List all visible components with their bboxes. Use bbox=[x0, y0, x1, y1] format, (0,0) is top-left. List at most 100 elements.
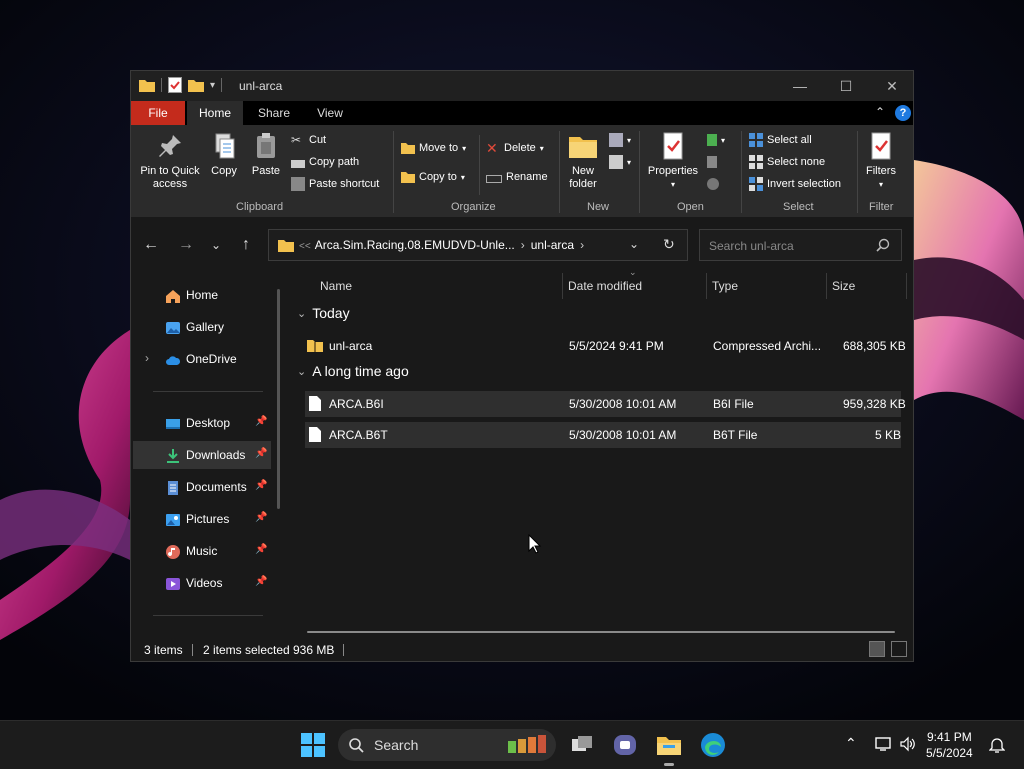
document-icon bbox=[168, 481, 178, 495]
open-button[interactable]: ▾ bbox=[707, 131, 725, 149]
easy-access-icon bbox=[609, 155, 623, 169]
back-button[interactable]: ← bbox=[140, 235, 162, 255]
search-box[interactable]: Search unl-arca bbox=[699, 229, 902, 261]
paste-button[interactable]: Paste bbox=[247, 131, 285, 178]
delete-button[interactable]: ✕ Delete ▾ bbox=[486, 139, 544, 157]
history-button[interactable] bbox=[707, 175, 719, 193]
customize-toolbar-icon[interactable]: ▾ bbox=[210, 80, 215, 91]
chevron-right-icon[interactable]: › bbox=[580, 238, 584, 252]
rename-button[interactable]: Rename bbox=[486, 168, 548, 186]
maximize-button[interactable]: ☐ bbox=[823, 71, 869, 101]
new-folder-icon[interactable] bbox=[188, 78, 204, 92]
help-icon[interactable]: ? bbox=[895, 105, 911, 121]
file-explorer-taskbar-icon[interactable] bbox=[655, 731, 683, 759]
group-header[interactable]: ⌄ A long time ago bbox=[297, 363, 409, 379]
rename-icon bbox=[486, 175, 502, 183]
details-view-button[interactable] bbox=[869, 641, 885, 657]
pin-icon[interactable]: 📌 bbox=[255, 512, 267, 523]
copy-to-button[interactable]: Copy to ▾ bbox=[401, 168, 465, 186]
invert-selection-label: Invert selection bbox=[767, 178, 841, 190]
taskbar-search[interactable]: Search bbox=[338, 729, 556, 761]
network-icon[interactable] bbox=[874, 736, 892, 752]
sidebar-item-pictures[interactable]: Pictures 📌 bbox=[133, 505, 271, 533]
copy-path-button[interactable]: Copy path bbox=[291, 153, 359, 171]
tab-home[interactable]: Home bbox=[187, 101, 243, 125]
forward-button[interactable]: → bbox=[175, 235, 197, 255]
invert-selection-icon bbox=[749, 177, 763, 191]
tab-file[interactable]: File bbox=[131, 101, 185, 125]
easy-access-button[interactable]: ▾ bbox=[609, 153, 631, 171]
edge-icon[interactable] bbox=[699, 731, 727, 759]
address-dropdown-icon[interactable]: ⌄ bbox=[629, 237, 639, 251]
tab-share[interactable]: Share bbox=[249, 101, 299, 125]
pin-icon[interactable]: 📌 bbox=[255, 416, 267, 427]
pin-icon[interactable]: 📌 bbox=[255, 544, 267, 555]
chevron-right-icon[interactable]: › bbox=[145, 351, 149, 365]
sidebar-item-music[interactable]: Music 📌 bbox=[133, 537, 271, 565]
select-all-button[interactable]: Select all bbox=[749, 131, 812, 149]
column-divider[interactable] bbox=[706, 273, 707, 299]
large-icons-view-button[interactable] bbox=[891, 641, 907, 657]
start-icon[interactable] bbox=[299, 731, 327, 759]
pin-to-quick-access-button[interactable]: Pin to Quick access bbox=[137, 131, 203, 191]
tab-view[interactable]: View bbox=[305, 101, 355, 125]
properties-button[interactable]: Properties ▾ bbox=[645, 131, 701, 191]
file-row[interactable]: ARCA.B6I 5/30/2008 10:01 AM B6I File 959… bbox=[305, 391, 906, 417]
column-divider[interactable] bbox=[826, 273, 827, 299]
horizontal-scrollbar[interactable] bbox=[307, 631, 895, 633]
ribbon-group-separator bbox=[559, 131, 560, 213]
sidebar-item-home[interactable]: Home bbox=[133, 281, 271, 309]
close-button[interactable]: ✕ bbox=[869, 71, 915, 101]
group-header[interactable]: ⌄ Today bbox=[297, 305, 350, 321]
refresh-icon[interactable]: ↻ bbox=[663, 236, 675, 253]
cut-label: Cut bbox=[309, 134, 327, 146]
invert-selection-button[interactable]: Invert selection bbox=[749, 175, 841, 193]
copy-button[interactable]: Copy bbox=[207, 131, 241, 178]
teams-chat-icon[interactable] bbox=[611, 731, 639, 759]
new-folder-button[interactable]: New folder bbox=[563, 131, 603, 191]
column-header-type[interactable]: Type bbox=[712, 273, 738, 299]
chevron-right-icon[interactable]: › bbox=[521, 238, 525, 252]
select-none-button[interactable]: Select none bbox=[749, 153, 825, 171]
collapse-chevron-icon[interactable]: ⌄ bbox=[297, 365, 306, 378]
minimize-button[interactable]: — bbox=[777, 71, 823, 101]
column-header-name[interactable]: Name bbox=[320, 273, 352, 299]
sidebar-item-desktop[interactable]: Desktop 📌 bbox=[133, 409, 271, 437]
sidebar-item-downloads[interactable]: Downloads 📌 bbox=[133, 441, 271, 469]
breadcrumb-item[interactable]: Arca.Sim.Racing.08.EMUDVD-Unle... bbox=[315, 238, 515, 252]
address-bar[interactable]: << Arca.Sim.Racing.08.EMUDVD-Unle... › unl-… bbox=[268, 229, 688, 261]
paste-shortcut-button[interactable]: Paste shortcut bbox=[291, 175, 379, 193]
move-to-button[interactable]: Move to ▾ bbox=[401, 139, 466, 157]
search-highlight-icon bbox=[508, 735, 546, 753]
filters-button[interactable]: Filters ▾ bbox=[863, 131, 899, 191]
new-item-button[interactable]: ▾ bbox=[609, 131, 631, 149]
file-row[interactable]: ARCA.B6T 5/30/2008 10:01 AM B6T File 5 K… bbox=[305, 422, 901, 448]
collapse-ribbon-icon[interactable]: ⌃ bbox=[875, 105, 885, 119]
sidebar-item-videos[interactable]: Videos 📌 bbox=[133, 569, 271, 597]
column-divider[interactable] bbox=[906, 273, 907, 299]
pin-icon[interactable]: 📌 bbox=[255, 576, 267, 587]
pin-icon[interactable]: 📌 bbox=[255, 448, 267, 459]
show-hidden-icons-icon[interactable]: ⌃ bbox=[845, 735, 857, 752]
filters-icon bbox=[871, 132, 891, 160]
edit-button[interactable] bbox=[707, 153, 717, 171]
notification-bell-icon[interactable] bbox=[989, 736, 1005, 754]
system-clock[interactable]: 9:41 PM 5/5/2024 bbox=[926, 729, 973, 761]
up-button[interactable]: ↑ bbox=[235, 235, 257, 255]
task-view-icon[interactable] bbox=[568, 731, 596, 759]
breadcrumb-item[interactable]: unl-arca bbox=[531, 238, 574, 252]
sidebar-item-onedrive[interactable]: › OneDrive bbox=[133, 345, 271, 373]
collapse-chevron-icon[interactable]: ⌄ bbox=[297, 307, 306, 320]
column-header-size[interactable]: Size bbox=[832, 273, 855, 299]
sidebar-item-gallery[interactable]: Gallery bbox=[133, 313, 271, 341]
column-divider[interactable] bbox=[562, 273, 563, 299]
breadcrumb-overflow[interactable]: << bbox=[299, 241, 311, 252]
cut-button[interactable]: ✂ Cut bbox=[291, 131, 326, 149]
properties-icon[interactable] bbox=[168, 77, 182, 93]
recent-locations-button[interactable]: ⌄ bbox=[205, 235, 227, 255]
volume-icon[interactable] bbox=[899, 736, 917, 752]
nav-scrollbar[interactable] bbox=[277, 289, 280, 509]
pin-icon[interactable]: 📌 bbox=[255, 480, 267, 491]
sidebar-item-documents[interactable]: Documents 📌 bbox=[133, 473, 271, 501]
file-row[interactable]: unl-arca 5/5/2024 9:41 PM Compressed Arc… bbox=[305, 333, 906, 359]
